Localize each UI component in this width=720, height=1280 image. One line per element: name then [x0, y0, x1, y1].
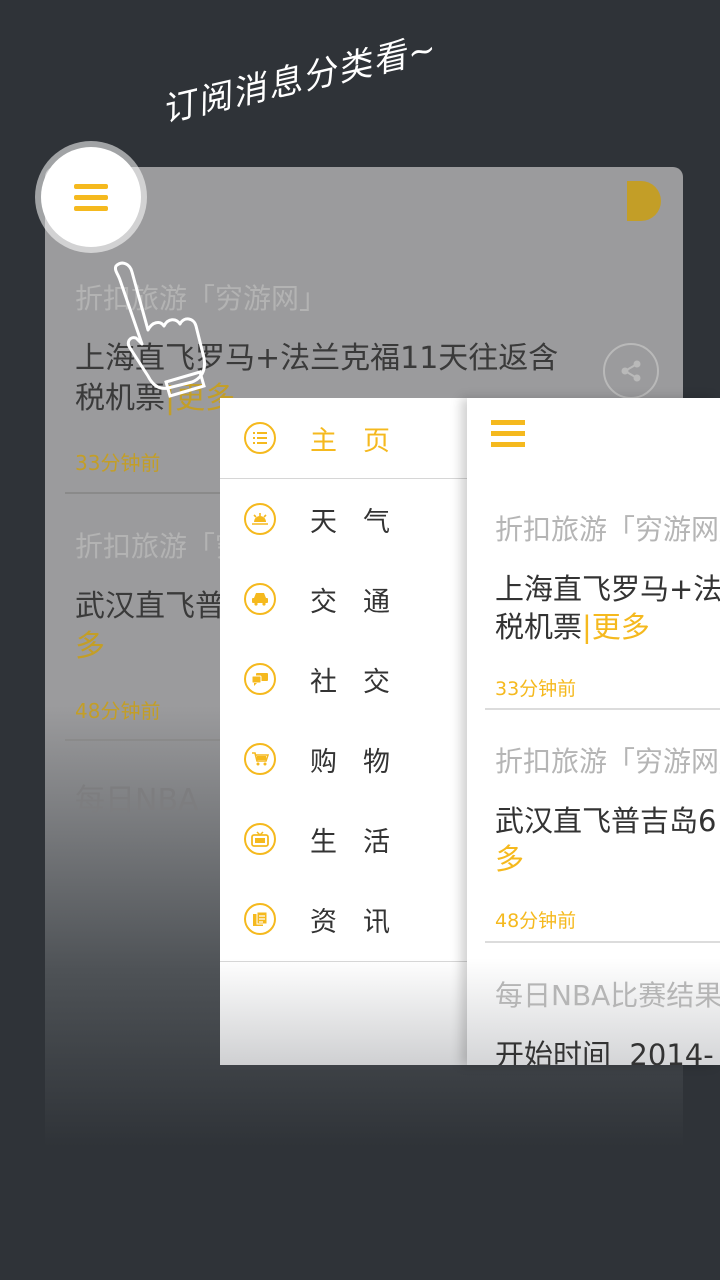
- chat-bubbles-icon: [244, 663, 276, 695]
- item-title-line1: 上海直飞罗马+法兰克福11天往返含: [495, 572, 720, 606]
- menu-item-label: 天气: [310, 506, 416, 538]
- menu-item-news[interactable]: 资讯: [220, 879, 467, 959]
- menu-item-label: 生活: [310, 826, 416, 858]
- divider: [485, 941, 720, 943]
- list-icon: [244, 422, 276, 454]
- news-icon: [244, 903, 276, 935]
- menu-item-label: 购物: [310, 746, 416, 778]
- side-drawer-menu: 主页 天气 交通 社交 购物 生活 资讯: [220, 398, 467, 1065]
- menu-item-label: 交通: [310, 586, 416, 618]
- item-source: 折扣旅游「穷游网」: [495, 513, 720, 546]
- menu-item-traffic[interactable]: 交通: [220, 559, 467, 639]
- list-item[interactable]: 折扣旅游「穷游网」 武汉直飞普吉岛6 多 48分钟前: [495, 740, 720, 933]
- menu-item-weather[interactable]: 天气: [220, 479, 467, 559]
- more-link[interactable]: 多: [495, 842, 524, 876]
- more-link[interactable]: |更多: [582, 610, 650, 644]
- item-title: 武汉直飞普吉岛6 多: [495, 802, 720, 878]
- item-title-line1: 武汉直飞普吉岛6: [495, 804, 717, 838]
- tv-icon: [244, 823, 276, 855]
- shopping-cart-icon: [244, 743, 276, 775]
- menu-item-home[interactable]: 主页: [220, 398, 467, 478]
- menu-item-label: 社交: [310, 666, 416, 698]
- item-title: 开始时间 2014-: [495, 1038, 714, 1065]
- screen: { "hint": "订阅消息分类看~", "menu": { "items":…: [0, 0, 720, 1280]
- menu-item-shopping[interactable]: 购物: [220, 719, 467, 799]
- hamburger-icon[interactable]: [491, 420, 525, 453]
- car-icon: [244, 583, 276, 615]
- divider: [220, 961, 467, 962]
- hamburger-icon: [74, 183, 108, 211]
- list-item[interactable]: 每日NBA比赛结果 开始时间 2014-: [495, 974, 720, 1065]
- app-badge: [627, 181, 661, 221]
- menu-item-label: 主页: [310, 425, 416, 457]
- sunrise-icon: [244, 503, 276, 535]
- item-source: 每日NBA比赛结果: [495, 979, 720, 1012]
- menu-item-social[interactable]: 社交: [220, 639, 467, 719]
- menu-item-life[interactable]: 生活: [220, 799, 467, 879]
- menu-item-label: 资讯: [310, 906, 416, 938]
- bg-item-more-link: 多: [75, 629, 105, 664]
- menu-button[interactable]: [41, 147, 141, 247]
- main-feed-card: 折扣旅游「穷游网」 上海直飞罗马+法兰克福11天往返含税机票|更多 33分钟前 …: [467, 398, 720, 1065]
- pointing-hand-icon: [114, 261, 206, 398]
- item-title: 上海直飞罗马+法兰克福11天往返含税机票|更多: [495, 570, 720, 646]
- item-time: 48分钟前: [495, 910, 577, 932]
- item-source: 折扣旅游「穷游网」: [495, 745, 720, 778]
- tutorial-hint-text: 订阅消息分类看~: [157, 28, 443, 131]
- bg-item-title-line1: 武汉直飞普: [75, 589, 225, 624]
- list-item[interactable]: 折扣旅游「穷游网」 上海直飞罗马+法兰克福11天往返含税机票|更多 33分钟前: [495, 508, 720, 701]
- divider: [485, 708, 720, 710]
- item-title-line2: 税机票: [495, 610, 583, 644]
- share-icon: [603, 343, 659, 399]
- item-time: 33分钟前: [495, 678, 577, 700]
